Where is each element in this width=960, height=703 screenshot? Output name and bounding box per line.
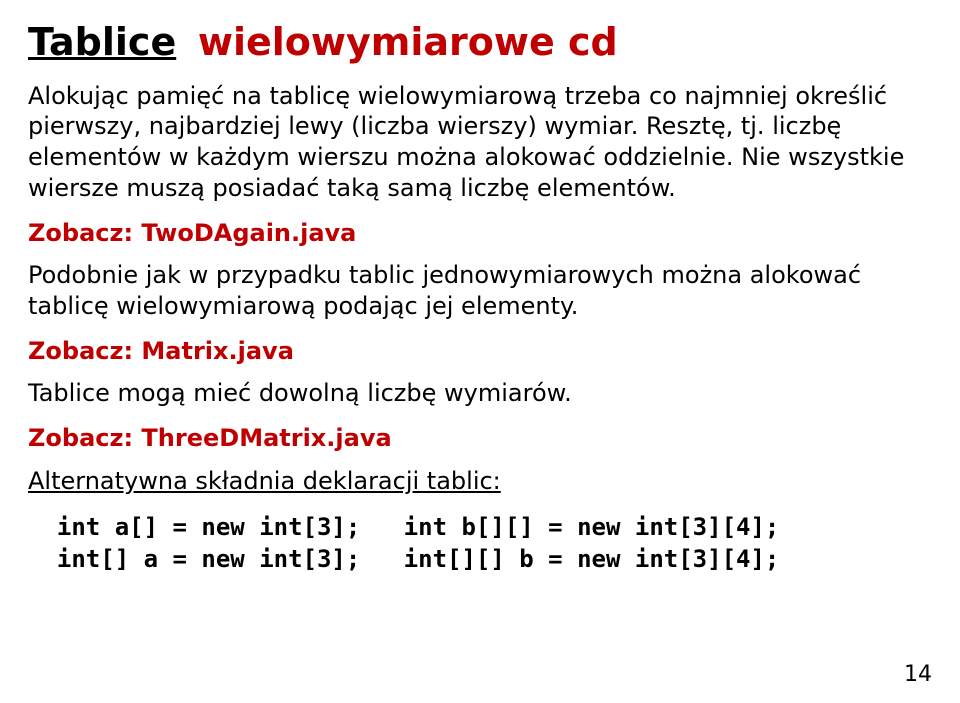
paragraph-3: Tablice mogą mieć dowolną liczbę wymiaró… <box>28 378 932 409</box>
paragraph-1: Alokując pamięć na tablicę wielowymiarow… <box>28 81 932 204</box>
title-main: Tablice <box>28 20 176 64</box>
code-block: int a[] = new int[3]; int b[][] = new in… <box>28 511 932 576</box>
subheading-alt-syntax: Alternatywna składnia deklaracji tablic: <box>28 466 932 497</box>
title-sub: wielowymiarowe cd <box>198 20 618 64</box>
subheading-text: Alternatywna składnia deklaracji tablic: <box>28 467 501 495</box>
reference-1-label: Zobacz: <box>28 219 133 247</box>
reference-2-label: Zobacz: <box>28 337 133 365</box>
slide-title: Tablice wielowymiarowe cd <box>28 18 932 67</box>
reference-3: Zobacz: ThreeDMatrix.java <box>28 423 932 454</box>
page-number: 14 <box>904 661 932 689</box>
paragraph-2: Podobnie jak w przypadku tablic jednowym… <box>28 260 932 321</box>
reference-3-file: ThreeDMatrix.java <box>141 424 391 452</box>
reference-3-label: Zobacz: <box>28 424 133 452</box>
reference-2-file: Matrix.java <box>141 337 293 365</box>
reference-1: Zobacz: TwoDAgain.java <box>28 218 932 249</box>
reference-1-file: TwoDAgain.java <box>141 219 356 247</box>
reference-2: Zobacz: Matrix.java <box>28 336 932 367</box>
